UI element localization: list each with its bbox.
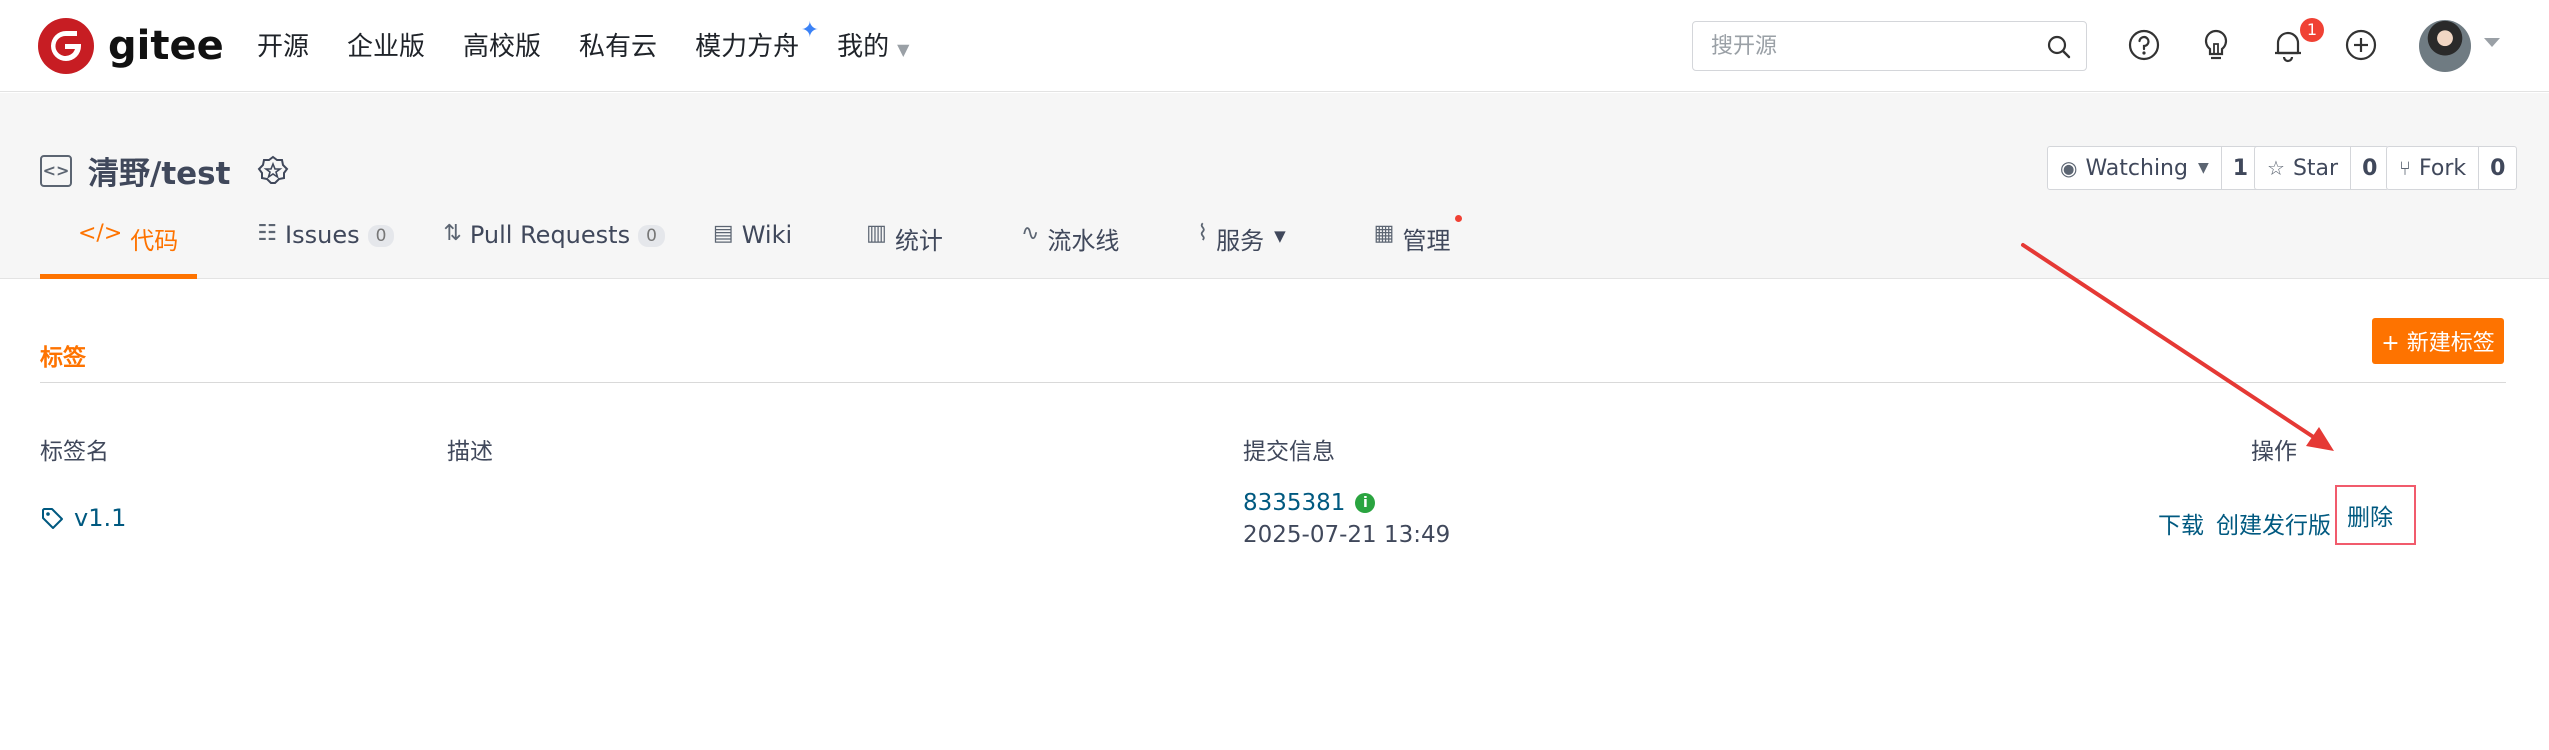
notification-badge: 1 <box>2300 18 2324 42</box>
fork-count[interactable]: 0 <box>2479 147 2516 189</box>
chevron-down-icon: ▼ <box>2197 160 2209 176</box>
nav-mine-label: 我的 <box>837 32 890 62</box>
tab-pull-requests[interactable]: ⇅ Pull Requests 0 <box>443 221 665 279</box>
eye-icon: ◉ <box>2060 156 2078 180</box>
search-input[interactable] <box>1693 22 2023 70</box>
bar-chart-icon: ▥ <box>866 221 887 246</box>
pull-request-icon: ⇅ <box>443 221 462 246</box>
tab-pr-label: Pull Requests <box>469 221 631 249</box>
commit-time: 2025-07-21 13:49 <box>1243 522 1451 548</box>
gitee-logo[interactable]: gitee <box>38 18 224 74</box>
nav-open-source[interactable]: 开源 <box>257 26 309 63</box>
fork-icon: ⑂ <box>2399 156 2411 180</box>
tab-pipeline[interactable]: ∿ 流水线 <box>1021 221 1119 279</box>
lightbulb-icon[interactable] <box>2198 27 2234 63</box>
commit-info: 8335381 i <box>1243 490 1376 516</box>
watch-group: ◉ Watching ▼ 1 <box>2047 146 2261 190</box>
tab-manage-label: 管理 <box>1402 227 1451 255</box>
nav-private-cloud[interactable]: 私有云 <box>579 26 657 63</box>
pulse-icon: ⌇ <box>1197 221 1209 246</box>
tab-manage[interactable]: ▦ 管理 <box>1373 215 1463 279</box>
pr-count-badge: 0 <box>638 225 665 247</box>
nav-enterprise[interactable]: 企业版 <box>347 26 425 63</box>
search-icon[interactable] <box>2046 34 2072 64</box>
tab-code-label: 代码 <box>130 227 179 255</box>
info-icon: i <box>1355 493 1376 513</box>
wiki-icon: ▤ <box>712 221 734 246</box>
repo-header: <> 清野/test ◉ Watching ▼ 1 ☆ Star 0 ⑂ Fork 0 … <box>0 93 2549 279</box>
delete-link[interactable]: 删除 <box>2335 485 2416 545</box>
repo-tabs: </> 代码 ☷ Issues 0 ⇅ Pull Requests 0 ▤ Wiki ▥ 统计… <box>40 215 1463 279</box>
tags-section-title: 标签 <box>40 345 86 371</box>
repo-title: <> 清野/test <box>40 148 290 193</box>
star-button[interactable]: ☆ Star <box>2255 147 2352 189</box>
manage-icon: ▦ <box>1373 221 1395 246</box>
issues-count-badge: 0 <box>367 225 395 247</box>
section-divider <box>40 382 2506 383</box>
col-description: 描述 <box>447 439 493 465</box>
fork-group: ⑂ Fork 0 <box>2386 146 2518 190</box>
watch-button[interactable]: ◉ Watching ▼ <box>2048 147 2222 189</box>
nav-education[interactable]: 高校版 <box>463 26 541 63</box>
user-avatar[interactable] <box>2419 20 2471 72</box>
star-label: Star <box>2292 155 2339 181</box>
sparkle-icon: ✦ <box>800 18 820 43</box>
tag-name: v1.1 <box>74 504 127 532</box>
recommend-badge-icon <box>256 154 290 188</box>
tab-wiki-label: Wiki <box>741 221 793 249</box>
top-navbar: gitee 开源 企业版 高校版 私有云 模力方舟✦ 我的 ▼ 1 <box>0 0 2549 92</box>
watch-label: Watching <box>2085 155 2188 181</box>
create-release-link[interactable]: 创建发行版 <box>2216 506 2331 540</box>
tab-issues[interactable]: ☷ Issues 0 <box>257 221 395 279</box>
main-nav: 开源 企业版 高校版 私有云 模力方舟 ✦ 我的 ▼ <box>257 18 947 63</box>
help-icon[interactable] <box>2126 27 2162 63</box>
issues-icon: ☷ <box>257 221 278 246</box>
star-count[interactable]: 0 <box>2351 147 2388 189</box>
fork-label: Fork <box>2419 155 2467 181</box>
nav-moli-label: 模力方舟 <box>695 32 800 62</box>
nav-mine-dropdown[interactable]: 我的 ▼ <box>837 26 909 63</box>
plus-circle-icon[interactable] <box>2343 27 2379 63</box>
pipeline-icon: ∿ <box>1020 221 1040 246</box>
col-tag-name: 标签名 <box>40 439 109 465</box>
chevron-down-icon: ▼ <box>1274 227 1286 245</box>
manage-dot <box>1455 215 1463 222</box>
col-commit-info: 提交信息 <box>1243 439 1335 465</box>
tag-link[interactable]: v1.1 <box>40 504 126 532</box>
tab-wiki[interactable]: ▤ Wiki <box>713 221 792 279</box>
commit-hash-link[interactable]: 8335381 <box>1243 490 1345 516</box>
fork-button[interactable]: ⑂ Fork <box>2387 147 2480 189</box>
code-repo-icon: <> <box>40 154 72 187</box>
nav-moli-fangzhou[interactable]: 模力方舟 ✦ <box>695 18 819 63</box>
gitee-wordmark: gitee <box>108 23 224 69</box>
col-actions: 操作 <box>2251 439 2297 465</box>
gitee-logo-icon <box>38 18 94 74</box>
star-icon: ☆ <box>2267 156 2285 180</box>
active-tab-underline <box>40 274 197 279</box>
avatar-chevron-down-icon[interactable] <box>2484 38 2500 47</box>
download-link[interactable]: 下载 <box>2158 506 2204 540</box>
delete-label: 删除 <box>2347 505 2393 531</box>
tab-stats[interactable]: ▥ 统计 <box>866 221 943 279</box>
search-box <box>1692 21 2087 71</box>
code-icon: </> <box>78 221 123 246</box>
tab-code[interactable]: </> 代码 <box>78 221 178 279</box>
tab-services-label: 服务 <box>1216 227 1265 255</box>
tab-issues-label: Issues <box>285 221 360 249</box>
tag-icon <box>42 508 63 529</box>
tab-services[interactable]: ⌇ 服务 ▼ <box>1197 221 1285 279</box>
repo-name[interactable]: 清野/test <box>88 148 230 193</box>
chevron-down-icon: ▼ <box>897 40 910 59</box>
star-group: ☆ Star 0 <box>2254 146 2390 190</box>
new-tag-button[interactable]: + 新建标签 <box>2372 318 2504 364</box>
tab-pipeline-label: 流水线 <box>1047 227 1120 255</box>
tab-stats-label: 统计 <box>894 227 943 255</box>
